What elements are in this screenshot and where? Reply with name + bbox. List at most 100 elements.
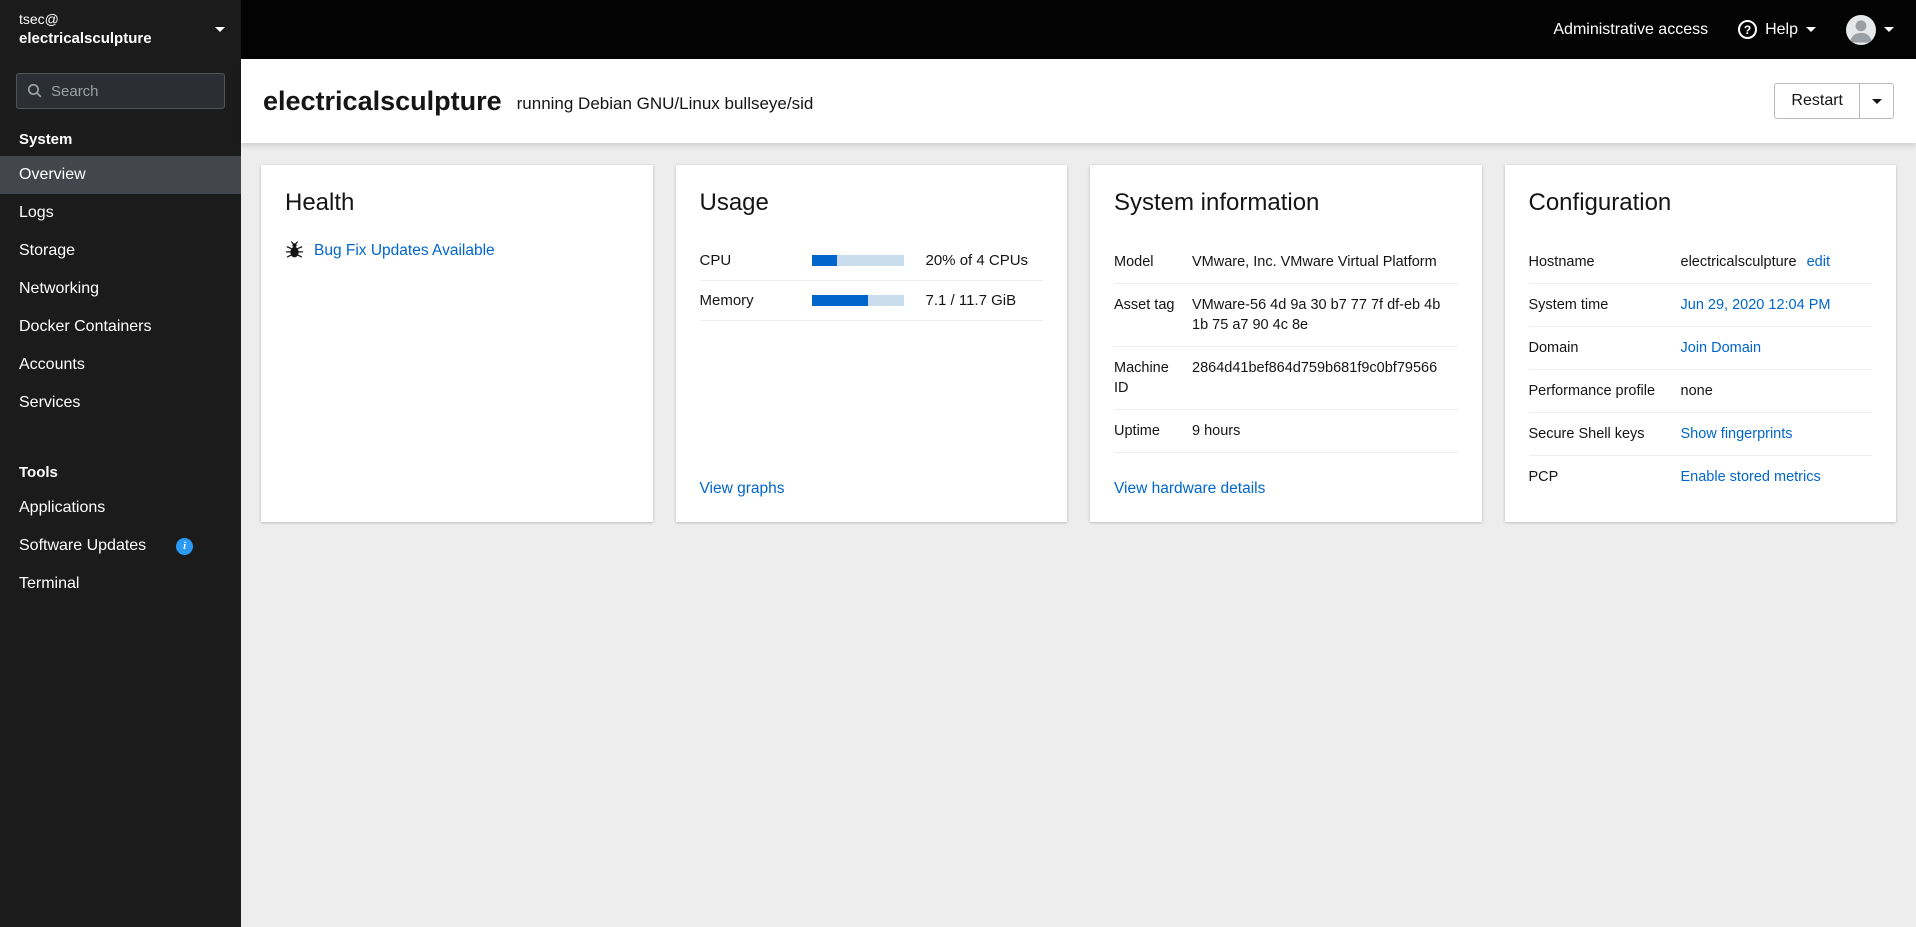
pcp-value: Enable stored metrics [1681,467,1873,487]
edit-hostname-link[interactable]: edit [1807,254,1830,270]
model-label: Model [1114,254,1154,270]
sidebar-item-terminal[interactable]: Terminal [0,565,241,603]
sidebar-item-docker-containers[interactable]: Docker Containers [0,308,241,346]
join-domain-link[interactable]: Join Domain [1681,340,1762,356]
sidebar-item-applications[interactable]: Applications [0,489,241,527]
sidebar-search [16,73,225,109]
bug-icon [285,241,304,260]
machine-id-value: 2864d41bef864d759b681f9c0bf79566 [1192,360,1438,376]
usage-card-title: Usage [699,189,769,216]
sidebar-item-label: Accounts [19,356,85,373]
chevron-down-icon [215,27,225,32]
health-card: Health Bug Fix Updates Available [261,165,653,522]
chevron-down-icon [1806,27,1816,32]
sidebar-item-label: Services [19,394,81,411]
pcp-label: PCP [1528,469,1559,485]
cpu-label: CPU [699,252,732,269]
usage-card-footer: View graphs [700,460,1044,498]
view-graphs-link[interactable]: View graphs [700,480,785,497]
memory-progress-fill [811,295,868,306]
hostname-value-text: electricalsculpture [1680,254,1797,270]
chevron-down-icon [1871,98,1882,104]
health-card-title: Health [285,189,355,216]
cpu-progress-fill [811,255,838,266]
sidebar-item-label: Storage [19,242,76,259]
table-row: Model VMware, Inc. VMware Virtual Platfo… [1114,241,1458,284]
os-subtitle: running Debian GNU/Linux bullseye/sid [516,94,814,113]
table-row: System time Jun 29, 2020 12:04 PM [1528,284,1873,327]
sidebar-item-label: Terminal [19,575,80,592]
restart-button[interactable]: Restart [1775,84,1859,118]
sidebar-item-label: Applications [19,499,106,516]
sidebar-item-accounts[interactable]: Accounts [0,346,241,384]
topbar: Administrative access ? Help [241,0,1916,59]
restart-dropdown-toggle[interactable] [1859,84,1893,118]
bug-fix-updates-link[interactable]: Bug Fix Updates Available [314,242,495,260]
hostname-row-value: electricalsculpture edit [1681,252,1873,272]
health-update-item: Bug Fix Updates Available [285,241,629,260]
nav-section-system: System [19,131,73,148]
help-menu-button[interactable]: ? Help [1738,20,1816,39]
system-time-value: Jun 29, 2020 12:04 PM [1681,295,1873,315]
sidebar: tsec@ electricalsculpture System Overvie… [0,0,241,927]
page-title: electricalsculpture [263,85,502,116]
performance-profile-value: none [1680,383,1713,399]
card-grid: Health Bug Fix Updates Available Usage C… [261,165,1896,522]
sidebar-item-services[interactable]: Services [0,384,241,422]
view-hardware-details-link[interactable]: View hardware details [1114,480,1265,497]
system-time-label: System time [1528,297,1609,313]
sidebar-item-label: Networking [19,280,100,297]
system-info-card: System information Model VMware, Inc. VM… [1090,165,1482,522]
asset-tag-label: Asset tag [1114,297,1175,313]
domain-label: Domain [1528,340,1579,356]
search-input[interactable] [16,73,225,109]
administrative-access-label: Administrative access [1553,20,1709,38]
username-label: tsec@ [19,10,59,27]
session-menu-button[interactable] [1846,14,1894,45]
nav-section-tools: Tools [19,464,58,481]
memory-usage-row: Memory 7.1 / 11.7 GiB [699,281,1043,321]
sidebar-item-label: Software Updates [19,537,147,554]
sidebar-item-overview[interactable]: Overview [0,156,241,194]
avatar [1846,14,1876,45]
info-icon: i [176,537,194,555]
configuration-card: Configuration Hostname electricalsculptu… [1504,165,1896,522]
sidebar-item-logs[interactable]: Logs [0,194,241,232]
secure-shell-keys-label: Secure Shell keys [1528,426,1645,442]
table-row: Domain Join Domain [1528,327,1872,370]
help-icon: ? [1738,20,1758,39]
hostname-label: electricalsculpture [19,29,152,47]
main-area: Administrative access ? Help electricals… [241,0,1916,927]
sidebar-item-label: Overview [19,166,86,183]
table-row: Machine ID 2864d41bef864d759b681f9c0bf79… [1114,347,1458,410]
memory-usage-value: 7.1 / 11.7 GiB [925,292,1017,309]
sidebar-item-label: Logs [19,204,54,221]
restart-split-button: Restart [1774,83,1894,119]
table-row: Secure Shell keys Show fingerprints [1528,413,1872,456]
asset-tag-value: VMware-56 4d 9a 30 b7 77 7f df-eb 4b 1b … [1192,297,1441,333]
table-row: Uptime 9 hours [1114,410,1458,453]
sidebar-item-label: Docker Containers [19,318,152,335]
administrative-access-button[interactable]: Administrative access [1553,21,1708,39]
configuration-card-title: Configuration [1528,189,1672,216]
page-header: electricalsculpture running Debian GNU/L… [241,59,1916,143]
search-icon [26,82,43,99]
sidebar-item-storage[interactable]: Storage [0,232,241,270]
system-info-card-footer: View hardware details [1114,460,1458,498]
enable-stored-metrics-link[interactable]: Enable stored metrics [1681,469,1821,485]
chevron-down-icon [1884,27,1894,32]
table-row: PCP Enable stored metrics [1529,456,1873,498]
show-fingerprints-link[interactable]: Show fingerprints [1681,426,1793,442]
uptime-label: Uptime [1114,423,1160,439]
sidebar-item-networking[interactable]: Networking [0,270,241,308]
memory-label: Memory [699,292,754,309]
hostname-row-label: Hostname [1528,254,1595,270]
system-time-link[interactable]: Jun 29, 2020 12:04 PM [1681,297,1831,313]
cpu-usage-row: CPU 20% of 4 CPUs [699,241,1043,281]
memory-progress-bar [811,295,904,306]
model-value: VMware, Inc. VMware Virtual Platform [1192,254,1437,270]
usage-card: Usage CPU 20% of 4 CPUs Memory 7.1 / 11.… [675,165,1067,522]
host-switcher-menu[interactable]: tsec@ electricalsculpture [0,0,241,59]
system-info-card-title: System information [1114,189,1320,216]
sidebar-item-software-updates[interactable]: Software Updates i [0,527,241,565]
